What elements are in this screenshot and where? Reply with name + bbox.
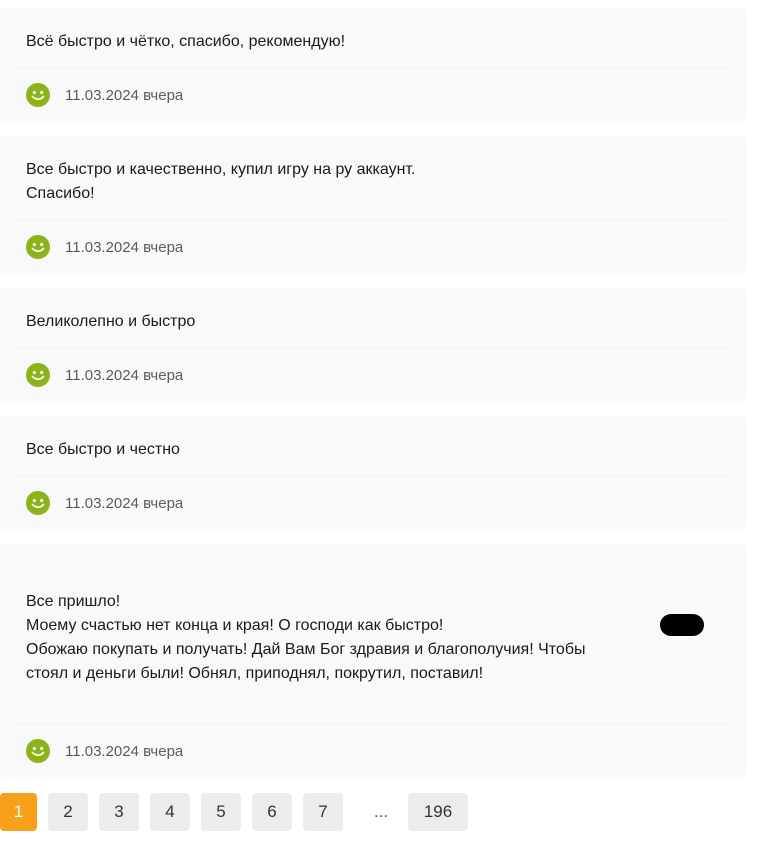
- page-button-4[interactable]: 4: [150, 793, 190, 831]
- review-text: Все пришло! Моему счастью нет конца и кр…: [26, 566, 731, 724]
- review-card: Все быстро и качественно, купил игру на …: [0, 136, 747, 273]
- reviews-list: Всё быстро и чётко, спасибо, рекомендую!…: [0, 8, 747, 792]
- review-meta: 11.03.2024 вчера: [26, 725, 731, 777]
- page-button-7[interactable]: 7: [303, 793, 343, 831]
- review-date: 11.03.2024 вчера: [65, 86, 184, 104]
- review-meta: 11.03.2024 вчера: [26, 221, 731, 273]
- page-button-5[interactable]: 5: [201, 793, 241, 831]
- page-button-last[interactable]: 196: [408, 793, 468, 831]
- review-text: Все быстро и честно: [26, 441, 180, 458]
- redaction-mark: [660, 614, 704, 636]
- review-date: 11.03.2024 вчера: [65, 238, 184, 256]
- review-text-body: Все пришло! Моему счастью нет конца и кр…: [26, 593, 586, 682]
- review-date: 11.03.2024 вчера: [65, 366, 184, 384]
- pagination-ellipsis: ...: [373, 802, 389, 821]
- review-card: Великолепно и быстро 11.03.2024 вчера: [0, 288, 747, 401]
- review-date: 11.03.2024 вчера: [65, 494, 184, 512]
- review-meta: 11.03.2024 вчера: [26, 69, 731, 121]
- review-card: Всё быстро и чётко, спасибо, рекомендую!…: [0, 8, 747, 121]
- review-text: Великолепно и быстро: [26, 313, 196, 330]
- page-button-2[interactable]: 2: [48, 793, 88, 831]
- smile-icon: [26, 739, 50, 763]
- review-meta: 11.03.2024 вчера: [26, 477, 731, 529]
- review-meta: 11.03.2024 вчера: [26, 349, 731, 401]
- page-button-3[interactable]: 3: [99, 793, 139, 831]
- review-card: Все быстро и честно 11.03.2024 вчера: [0, 416, 747, 529]
- smile-icon: [26, 491, 50, 515]
- review-text: Все быстро и качественно, купил игру на …: [26, 161, 416, 202]
- review-text: Всё быстро и чётко, спасибо, рекомендую!: [26, 33, 346, 50]
- smile-icon: [26, 363, 50, 387]
- review-card: Все пришло! Моему счастью нет конца и кр…: [0, 544, 747, 777]
- page-button-6[interactable]: 6: [252, 793, 292, 831]
- pagination: 1 2 3 4 5 6 7 ... 196: [0, 793, 479, 831]
- smile-icon: [26, 83, 50, 107]
- review-date: 11.03.2024 вчера: [65, 742, 184, 760]
- page-button-1[interactable]: 1: [0, 793, 37, 831]
- smile-icon: [26, 235, 50, 259]
